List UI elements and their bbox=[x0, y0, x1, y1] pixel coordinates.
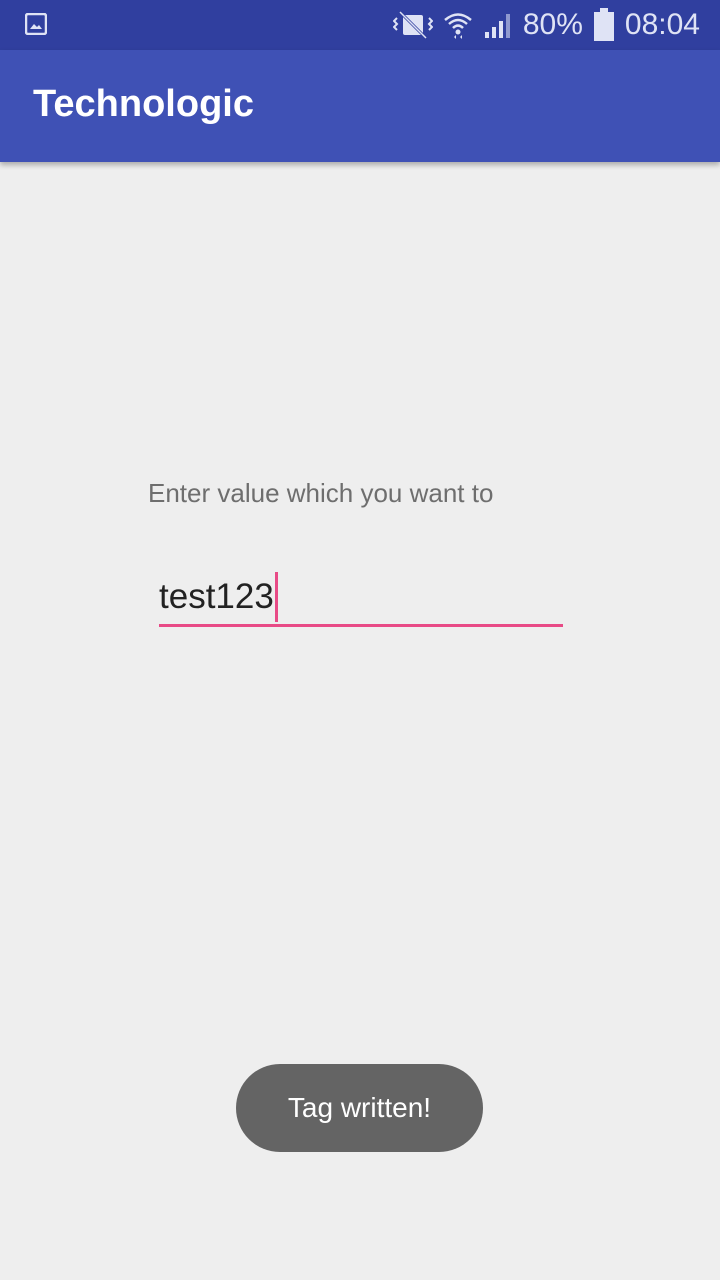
clock: 08:04 bbox=[624, 8, 700, 41]
screen: 80% 08:04 Technologic Enter value which … bbox=[0, 0, 720, 1280]
value-input[interactable]: test123 bbox=[159, 565, 563, 627]
gallery-icon bbox=[24, 12, 48, 36]
app-title: Technologic bbox=[33, 83, 254, 125]
signal-icon bbox=[483, 10, 513, 40]
prompt-label: Enter value which you want to bbox=[148, 478, 494, 508]
app-bar: Technologic bbox=[0, 50, 720, 162]
toast: Tag written! bbox=[236, 1064, 483, 1152]
value-input-text: test123 bbox=[159, 572, 278, 622]
value-input-value: test123 bbox=[159, 577, 274, 616]
toast-message: Tag written! bbox=[287, 1092, 432, 1123]
battery-icon bbox=[593, 8, 615, 42]
text-cursor bbox=[274, 572, 278, 622]
battery-percent: 80% bbox=[522, 8, 583, 41]
status-bar: 80% 08:04 bbox=[0, 0, 720, 50]
wifi-icon bbox=[443, 10, 473, 40]
status-icons: 80% 08:04 bbox=[392, 0, 700, 50]
vibrate-icon bbox=[392, 10, 433, 40]
